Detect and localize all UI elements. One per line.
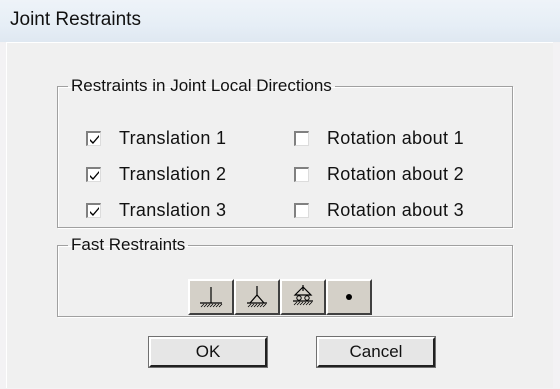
title-bar: Joint Restraints: [0, 0, 560, 42]
translation-1-checkbox[interactable]: Translation 1: [86, 128, 226, 149]
checkbox-box[interactable]: [294, 167, 309, 182]
checkbox-box[interactable]: [86, 167, 101, 182]
dialog-body: Restraints in Joint Local Directions Tra…: [6, 42, 553, 388]
pinned-support-button[interactable]: [234, 279, 280, 315]
fixed-support-icon: [200, 287, 223, 308]
rotation-2-checkbox[interactable]: Rotation about 2: [294, 164, 464, 185]
fast-restraints-legend: Fast Restraints: [71, 235, 186, 254]
fixed-support-button[interactable]: [188, 279, 234, 315]
free-joint-icon: [346, 294, 352, 300]
rotation-3-checkbox[interactable]: Rotation about 3: [294, 200, 464, 221]
checkbox-box[interactable]: [86, 131, 101, 146]
cancel-button[interactable]: Cancel: [316, 336, 436, 368]
free-joint-button[interactable]: [326, 279, 372, 315]
rotation-2-label: Rotation about 2: [327, 164, 464, 184]
translation-1-label: Translation 1: [119, 128, 227, 148]
fast-restraints-group: Fast Restraints: [57, 235, 513, 317]
window-title: Joint Restraints: [10, 9, 141, 30]
translation-2-label: Translation 2: [119, 164, 227, 184]
rotation-1-label: Rotation about 1: [327, 128, 464, 148]
translation-3-checkbox[interactable]: Translation 3: [86, 200, 226, 221]
rotation-1-checkbox[interactable]: Rotation about 1: [294, 128, 464, 149]
roller-support-button[interactable]: [280, 279, 326, 315]
restraints-group-legend: Restraints in Joint Local Directions: [71, 76, 332, 95]
roller-support-icon: [293, 285, 313, 306]
translation-2-checkbox[interactable]: Translation 2: [86, 164, 226, 185]
restraints-group: Restraints in Joint Local Directions Tra…: [57, 76, 513, 228]
translation-3-label: Translation 3: [119, 200, 227, 220]
checkbox-box[interactable]: [294, 131, 309, 146]
ok-button[interactable]: OK: [148, 336, 268, 368]
checkbox-box[interactable]: [294, 203, 309, 218]
pinned-support-icon: [247, 286, 267, 308]
rotation-3-label: Rotation about 3: [327, 200, 464, 220]
checkbox-box[interactable]: [86, 203, 101, 218]
